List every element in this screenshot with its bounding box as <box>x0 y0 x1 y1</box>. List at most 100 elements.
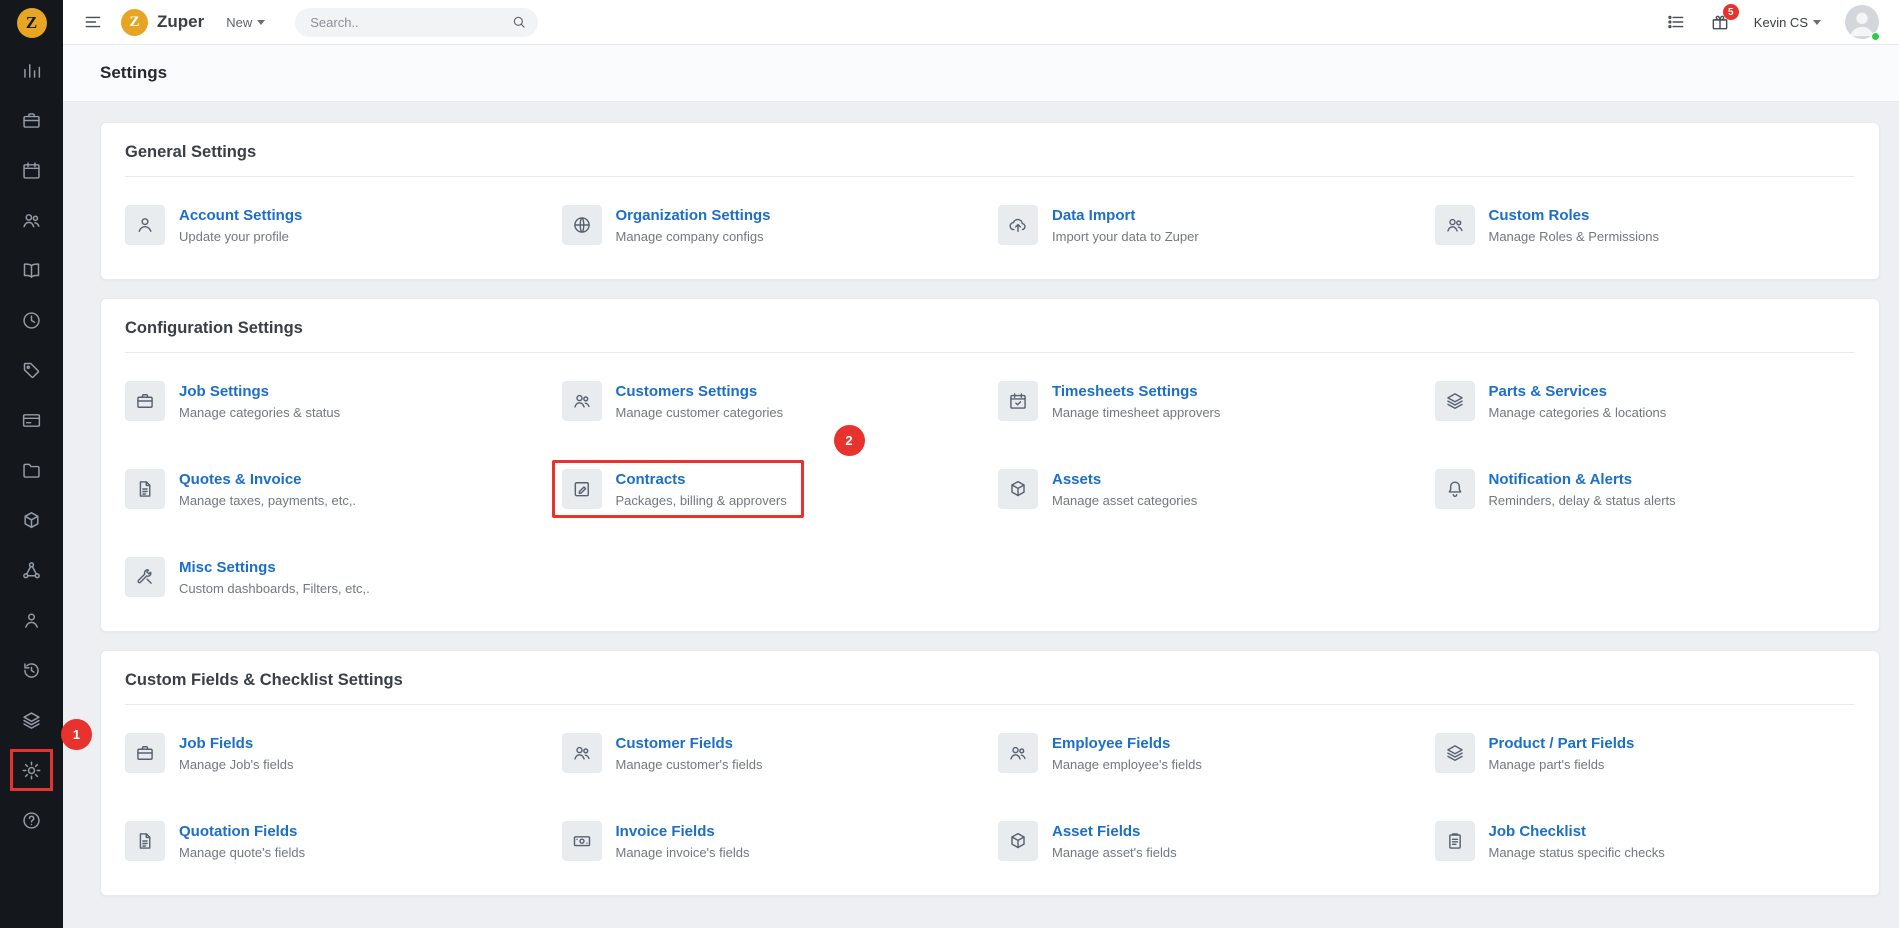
settings-item-contracts[interactable]: 2ContractsPackages, billing & approvers <box>562 469 983 509</box>
sidebar-item-parts[interactable] <box>0 695 63 745</box>
settings-item-notification-alerts[interactable]: Notification & AlertsReminders, delay & … <box>1435 469 1856 509</box>
search-icon[interactable] <box>511 14 527 30</box>
sidebar-item-teams[interactable] <box>0 595 63 645</box>
customers-icon <box>21 210 42 231</box>
sidebar-item-jobs[interactable] <box>0 95 63 145</box>
calendar-icon <box>21 160 42 181</box>
chevron-down-icon <box>1813 20 1821 25</box>
item-title[interactable]: Contracts <box>616 471 787 488</box>
analytics-icon <box>21 60 42 81</box>
item-title[interactable]: Account Settings <box>179 207 302 224</box>
settings-item-assets[interactable]: AssetsManage asset categories <box>998 469 1419 509</box>
item-subtitle: Manage Job's fields <box>179 757 294 772</box>
settings-item-parts-services[interactable]: Parts & ServicesManage categories & loca… <box>1435 381 1856 421</box>
settings-item-employee-fields[interactable]: Employee FieldsManage employee's fields <box>998 733 1419 773</box>
timesheets-icon <box>21 660 42 681</box>
item-title[interactable]: Timesheets Settings <box>1052 383 1220 400</box>
file-icon <box>125 469 165 509</box>
settings-item-misc-settings[interactable]: Misc SettingsCustom dashboards, Filters,… <box>125 557 546 597</box>
item-text: Notification & AlertsReminders, delay & … <box>1489 469 1676 508</box>
settings-item-organization-settings[interactable]: Organization SettingsManage company conf… <box>562 205 983 245</box>
settings-item-job-fields[interactable]: Job Fields Manage Job's fields <box>125 733 546 773</box>
section-general-settings: General Settings Account SettingsUpdate y… <box>100 122 1880 280</box>
sidebar-item-settings[interactable] <box>0 745 63 795</box>
settings-item-quotation-fields[interactable]: Quotation FieldsManage quote's fields <box>125 821 546 861</box>
notification-badge: 5 <box>1723 4 1739 20</box>
settings-item-job-checklist[interactable]: Job ChecklistManage status specific chec… <box>1435 821 1856 861</box>
people-icon <box>998 733 1038 773</box>
user-menu[interactable]: Kevin CS <box>1754 15 1821 30</box>
item-title[interactable]: Organization Settings <box>616 207 771 224</box>
item-text: Employee FieldsManage employee's fields <box>1052 733 1202 772</box>
new-dropdown-label: New <box>226 15 252 30</box>
settings-item-job-settings[interactable]: Job Settings Manage categories & status <box>125 381 546 421</box>
item-title[interactable]: Quotes & Invoice <box>179 471 356 488</box>
brand-name[interactable]: Zuper <box>157 12 204 32</box>
settings-item-customer-fields[interactable]: Customer FieldsManage customer's fields <box>562 733 983 773</box>
avatar[interactable] <box>1845 5 1879 39</box>
settings-item-customers-settings[interactable]: Customers SettingsManage customer catego… <box>562 381 983 421</box>
task-list-button[interactable] <box>1666 12 1686 32</box>
brand-logo-icon[interactable]: Z <box>121 9 148 36</box>
sidebar-item-customers[interactable] <box>0 195 63 245</box>
sidebar-item-integrations[interactable] <box>0 545 63 595</box>
item-title[interactable]: Custom Roles <box>1489 207 1660 224</box>
item-title[interactable]: Job Checklist <box>1489 823 1665 840</box>
settings-item-account-settings[interactable]: Account SettingsUpdate your profile <box>125 205 546 245</box>
item-title[interactable]: Data Import <box>1052 207 1199 224</box>
sidebar-item-assets[interactable] <box>0 495 63 545</box>
item-subtitle: Packages, billing & approvers <box>616 493 787 508</box>
item-title[interactable]: Assets <box>1052 471 1197 488</box>
cube-icon <box>998 469 1038 509</box>
sidebar-item-help[interactable] <box>0 795 63 845</box>
settings-item-timesheets-settings[interactable]: Timesheets SettingsManage timesheet appr… <box>998 381 1419 421</box>
item-title[interactable]: Misc Settings <box>179 559 370 576</box>
sidebar-item-knowledge[interactable] <box>0 245 63 295</box>
tags-icon <box>21 360 42 381</box>
search-input[interactable] <box>295 8 538 37</box>
settings-item-product-part-fields[interactable]: Product / Part FieldsManage part's field… <box>1435 733 1856 773</box>
sidebar-item-billing[interactable] <box>0 395 63 445</box>
item-title[interactable]: Notification & Alerts <box>1489 471 1676 488</box>
menu-toggle-button[interactable] <box>83 12 103 32</box>
item-title[interactable]: Product / Part Fields <box>1489 735 1635 752</box>
settings-item-invoice-fields[interactable]: Invoice FieldsManage invoice's fields <box>562 821 983 861</box>
item-title[interactable]: Invoice Fields <box>616 823 750 840</box>
item-title[interactable]: Customers Settings <box>616 383 784 400</box>
sidebar-item-timesheets[interactable] <box>0 645 63 695</box>
item-text: Product / Part FieldsManage part's field… <box>1489 733 1635 772</box>
section-grid: Job Fields Manage Job's fields Customer Fi… <box>125 733 1855 861</box>
new-dropdown[interactable]: New <box>226 15 265 30</box>
sidebar-item-calendar[interactable] <box>0 145 63 195</box>
item-subtitle: Manage categories & status <box>179 405 340 420</box>
topbar: Z Zuper New 5 Kevin CS <box>63 0 1899 45</box>
edit-icon <box>562 469 602 509</box>
item-title[interactable]: Parts & Services <box>1489 383 1667 400</box>
item-title[interactable]: Asset Fields <box>1052 823 1177 840</box>
item-title[interactable]: Employee Fields <box>1052 735 1202 752</box>
settings-item-custom-roles[interactable]: Custom RolesManage Roles & Permissions <box>1435 205 1856 245</box>
sidebar-item-time[interactable] <box>0 295 63 345</box>
settings-item-quotes-invoice[interactable]: Quotes & InvoiceManage taxes, payments, … <box>125 469 546 509</box>
section-title: General Settings <box>125 143 1855 177</box>
item-text: Data ImportImport your data to Zuper <box>1052 205 1199 244</box>
settings-item-asset-fields[interactable]: Asset FieldsManage asset's fields <box>998 821 1419 861</box>
settings-content: General Settings Account SettingsUpdate y… <box>63 102 1899 928</box>
item-text: Account SettingsUpdate your profile <box>179 205 302 244</box>
sidebar-logo[interactable]: Z <box>0 0 63 45</box>
briefcase-icon <box>125 381 165 421</box>
item-title[interactable]: Quotation Fields <box>179 823 305 840</box>
section-grid: Job Settings Manage categories & status Cu… <box>125 381 1855 597</box>
item-text: AssetsManage asset categories <box>1052 469 1197 508</box>
item-title[interactable]: Job Fields <box>179 735 294 752</box>
sidebar-item-projects[interactable] <box>0 445 63 495</box>
item-title[interactable]: Job Settings <box>179 383 340 400</box>
settings-icon <box>21 760 42 781</box>
whats-new-button[interactable]: 5 <box>1710 12 1730 32</box>
sidebar-item-tags[interactable] <box>0 345 63 395</box>
settings-item-data-import[interactable]: Data ImportImport your data to Zuper <box>998 205 1419 245</box>
people-icon <box>1435 205 1475 245</box>
sidebar-item-analytics[interactable] <box>0 45 63 95</box>
jobs-icon <box>21 110 42 131</box>
item-title[interactable]: Customer Fields <box>616 735 763 752</box>
